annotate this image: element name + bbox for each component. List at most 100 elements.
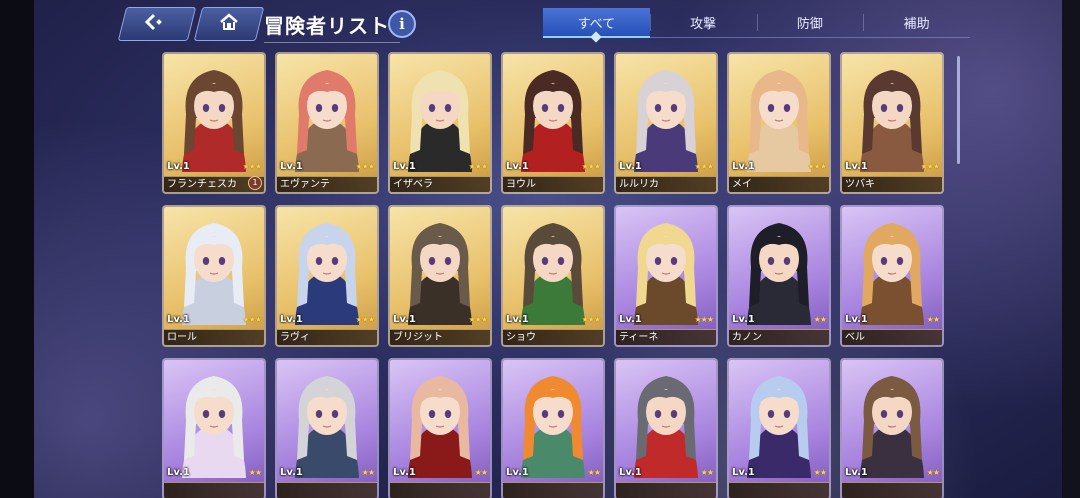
level-label: Lv.1 bbox=[167, 467, 190, 478]
tab-all[interactable]: すべて bbox=[543, 8, 650, 38]
rarity-stars: ★★ bbox=[587, 468, 601, 477]
character-portrait bbox=[295, 70, 359, 172]
adventurer-card[interactable]: Lv.1 ★★★ イザベラ bbox=[390, 54, 490, 192]
count-badge: 1 bbox=[248, 176, 262, 190]
character-name: ロール bbox=[164, 329, 264, 345]
character-portrait bbox=[408, 70, 472, 172]
adventurer-card[interactable]: Lv.1 ★★★ ヨウル bbox=[503, 54, 603, 192]
adventurer-card[interactable]: Lv.1 ★★★ ブリジット bbox=[390, 207, 490, 345]
level-label: Lv.1 bbox=[845, 161, 868, 172]
screen-edge-right bbox=[1062, 0, 1080, 498]
adventurer-card[interactable]: Lv.1 ★★ bbox=[277, 360, 377, 498]
rarity-stars: ★★ bbox=[361, 468, 375, 477]
adventurer-card[interactable]: Lv.1 ★★ bbox=[503, 360, 603, 498]
adventurer-card[interactable]: Lv.1 ★★ bbox=[842, 360, 942, 498]
tab-support[interactable]: 補助 bbox=[863, 8, 970, 38]
character-portrait bbox=[634, 223, 698, 325]
character-portrait bbox=[860, 376, 924, 478]
rarity-stars: ★★ bbox=[926, 468, 940, 477]
back-button[interactable] bbox=[117, 7, 197, 41]
rarity-stars: ★★ bbox=[474, 468, 488, 477]
character-name bbox=[503, 482, 603, 498]
character-portrait bbox=[860, 223, 924, 325]
character-portrait bbox=[521, 223, 585, 325]
scrollbar[interactable] bbox=[957, 56, 960, 164]
adventurer-card[interactable]: Lv.1 ★★★ ティーネ bbox=[616, 207, 716, 345]
level-label: Lv.1 bbox=[280, 314, 303, 325]
level-label: Lv.1 bbox=[506, 161, 529, 172]
character-name: エヴァンテ bbox=[277, 176, 377, 192]
adventurer-card[interactable]: Lv.1 ★★★ ラヴィ bbox=[277, 207, 377, 345]
rarity-stars: ★★★ bbox=[242, 315, 261, 324]
character-portrait bbox=[182, 223, 246, 325]
adventurer-card[interactable]: Lv.1 ★★★ ショウ bbox=[503, 207, 603, 345]
rarity-stars: ★★★ bbox=[694, 162, 713, 171]
character-portrait bbox=[634, 70, 698, 172]
character-name: ショウ bbox=[503, 329, 603, 345]
rarity-stars: ★★★ bbox=[468, 162, 487, 171]
character-name: ベル bbox=[842, 329, 942, 345]
character-name bbox=[390, 482, 490, 498]
character-name bbox=[729, 482, 829, 498]
character-portrait bbox=[521, 376, 585, 478]
level-label: Lv.1 bbox=[732, 161, 755, 172]
character-name bbox=[164, 482, 264, 498]
rarity-stars: ★★★ bbox=[920, 162, 939, 171]
rarity-stars: ★★ bbox=[813, 468, 827, 477]
adventurer-card[interactable]: Lv.1 ★★★ エヴァンテ bbox=[277, 54, 377, 192]
level-label: Lv.1 bbox=[619, 314, 642, 325]
rarity-stars: ★★★ bbox=[355, 162, 374, 171]
rarity-stars: ★★★ bbox=[355, 315, 374, 324]
level-label: Lv.1 bbox=[167, 161, 190, 172]
character-name: ヨウル bbox=[503, 176, 603, 192]
character-portrait bbox=[747, 376, 811, 478]
character-name: イザベラ bbox=[390, 176, 490, 192]
info-button[interactable]: i bbox=[388, 10, 416, 38]
back-arrow-icon bbox=[144, 12, 170, 36]
adventurer-card[interactable]: Lv.1 ★★ ベル bbox=[842, 207, 942, 345]
rarity-stars: ★★★ bbox=[581, 315, 600, 324]
adventurer-card[interactable]: Lv.1 ★★★ ルルリカ bbox=[616, 54, 716, 192]
rarity-stars: ★★★ bbox=[468, 315, 487, 324]
character-portrait bbox=[521, 70, 585, 172]
level-label: Lv.1 bbox=[845, 467, 868, 478]
character-portrait bbox=[295, 223, 359, 325]
character-portrait bbox=[408, 376, 472, 478]
rarity-stars: ★★ bbox=[700, 468, 714, 477]
character-portrait bbox=[182, 70, 246, 172]
rarity-stars: ★★ bbox=[813, 315, 827, 324]
adventurer-card[interactable]: Lv.1 ★★★ フランチェスカ 1 bbox=[164, 54, 264, 192]
adventurer-card[interactable]: Lv.1 ★★★ ツバキ bbox=[842, 54, 942, 192]
level-label: Lv.1 bbox=[506, 467, 529, 478]
character-name: ツバキ bbox=[842, 176, 942, 192]
character-portrait bbox=[182, 376, 246, 478]
rarity-stars: ★★★ bbox=[694, 315, 713, 324]
rarity-stars: ★★★ bbox=[807, 162, 826, 171]
home-button[interactable] bbox=[193, 7, 265, 41]
adventurer-card[interactable]: Lv.1 ★★★ メイ bbox=[729, 54, 829, 192]
adventurer-card[interactable]: Lv.1 ★★ bbox=[616, 360, 716, 498]
level-label: Lv.1 bbox=[619, 161, 642, 172]
character-name: ルルリカ bbox=[616, 176, 716, 192]
tab-defense[interactable]: 防御 bbox=[756, 8, 864, 38]
rarity-stars: ★★ bbox=[248, 468, 262, 477]
level-label: Lv.1 bbox=[393, 467, 416, 478]
character-portrait bbox=[747, 70, 811, 172]
level-label: Lv.1 bbox=[845, 314, 868, 325]
adventurer-card[interactable]: Lv.1 ★★ bbox=[164, 360, 264, 498]
level-label: Lv.1 bbox=[167, 314, 190, 325]
character-portrait bbox=[634, 376, 698, 478]
adventurer-card[interactable]: Lv.1 ★★ bbox=[729, 360, 829, 498]
adventurer-card[interactable]: Lv.1 ★★ bbox=[390, 360, 490, 498]
character-name: ティーネ bbox=[616, 329, 716, 345]
character-name: カノン bbox=[729, 329, 829, 345]
filter-tabs: すべて 攻撃 防御 補助 bbox=[543, 8, 970, 38]
character-name bbox=[277, 482, 377, 498]
adventurer-card[interactable]: Lv.1 ★★★ ロール bbox=[164, 207, 264, 345]
character-portrait bbox=[295, 376, 359, 478]
rarity-stars: ★★★ bbox=[242, 162, 261, 171]
rarity-stars: ★★★ bbox=[581, 162, 600, 171]
adventurer-card[interactable]: Lv.1 ★★ カノン bbox=[729, 207, 829, 345]
character-portrait bbox=[747, 223, 811, 325]
tab-attack[interactable]: 攻撃 bbox=[649, 8, 757, 38]
